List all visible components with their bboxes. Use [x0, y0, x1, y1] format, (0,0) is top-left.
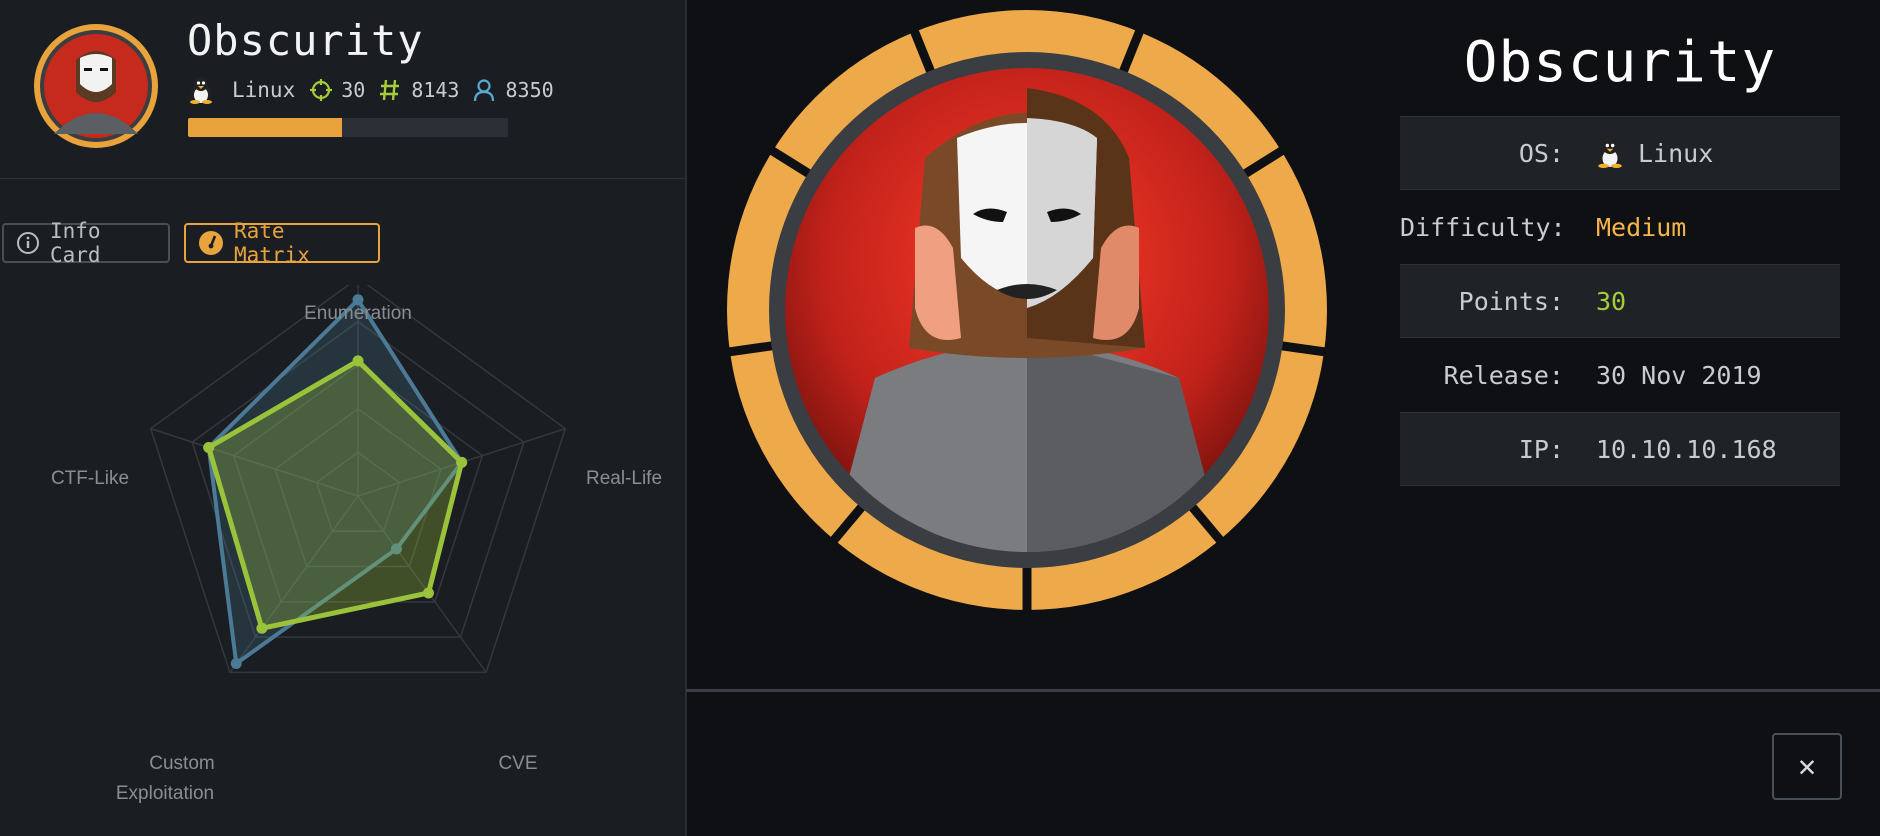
axis-label-custom: Custom [149, 753, 214, 774]
info-key-difficulty: Difficulty: [1400, 212, 1566, 242]
gauge-icon [198, 230, 224, 256]
info-key-os: OS: [1518, 138, 1564, 168]
crosshair-icon [309, 78, 341, 102]
radar-point-0-3 [230, 658, 242, 670]
difficulty-value: Medium [1596, 212, 1687, 242]
hash-icon [379, 78, 411, 102]
info-key-release: Release: [1443, 360, 1564, 390]
os-value: Linux [1638, 138, 1714, 168]
radar-point-1-0 [352, 355, 364, 367]
info-key-points: Points: [1458, 286, 1564, 316]
modal-divider [686, 689, 1880, 692]
axis-label-cve: CVE [498, 753, 537, 774]
points-value: 30 [1596, 286, 1627, 316]
close-button[interactable]: ✕ [1772, 733, 1842, 800]
info-value-os: Linux [1596, 138, 1713, 168]
user-owns-count: 8143 [411, 78, 460, 102]
axis-label-exploitation: Exploitation [116, 783, 214, 804]
radar-point-1-1 [456, 456, 468, 468]
radar-point-1-4 [203, 441, 215, 453]
left-panel: Obscurity Linux 30 8143 8350 Info Card R… [0, 0, 687, 836]
release-value: 30 Nov 2019 [1596, 360, 1762, 390]
info-card-button[interactable]: Info Card [2, 219, 170, 267]
linux-icon [1596, 138, 1624, 168]
axis-label-real-life: Real-Life [586, 468, 662, 489]
info-row-release: Release: 30 Nov 2019 [1400, 338, 1840, 412]
machine-stats: Linux 30 8143 8350 [188, 74, 568, 106]
rate-matrix-radar-chart: Enumeration Real-Life CVE Custom Exploit… [51, 285, 662, 804]
machine-info-table: OS: Linux Difficulty: Medium Points: 30 … [1400, 116, 1840, 486]
progress-bar [188, 118, 508, 137]
machine-avatar [32, 22, 160, 150]
info-row-difficulty: Difficulty: Medium [1400, 190, 1840, 264]
root-owns-count: 8350 [505, 78, 554, 102]
os-label: Linux [232, 78, 296, 102]
axis-label-enumeration: Enumeration [304, 303, 412, 324]
linux-icon [188, 76, 222, 104]
info-card-label: Info Card [50, 219, 101, 267]
info-icon [16, 231, 40, 255]
progress-fill [188, 118, 342, 137]
radar-point-1-2 [422, 587, 434, 599]
points-count: 30 [341, 78, 366, 102]
info-row-os: OS: Linux [1400, 116, 1840, 190]
user-icon [473, 78, 505, 102]
info-row-points: Points: 30 [1400, 264, 1840, 338]
ip-value: 10.10.10.168 [1596, 434, 1777, 464]
rate-matrix-label: Rate Matrix [234, 219, 310, 267]
rate-matrix-button[interactable]: Rate Matrix [184, 219, 380, 267]
axis-label-ctf-like: CTF-Like [51, 468, 129, 489]
machine-title: Obscurity [1463, 30, 1777, 95]
info-row-ip: IP: 10.10.10.168 [1400, 412, 1840, 486]
radar-point-1-3 [256, 622, 268, 634]
info-key-ip: IP: [1518, 434, 1564, 464]
machine-name: Obscurity [187, 16, 424, 65]
machine-logo [725, 8, 1330, 617]
machine-header: Obscurity Linux 30 8143 8350 [0, 0, 685, 179]
